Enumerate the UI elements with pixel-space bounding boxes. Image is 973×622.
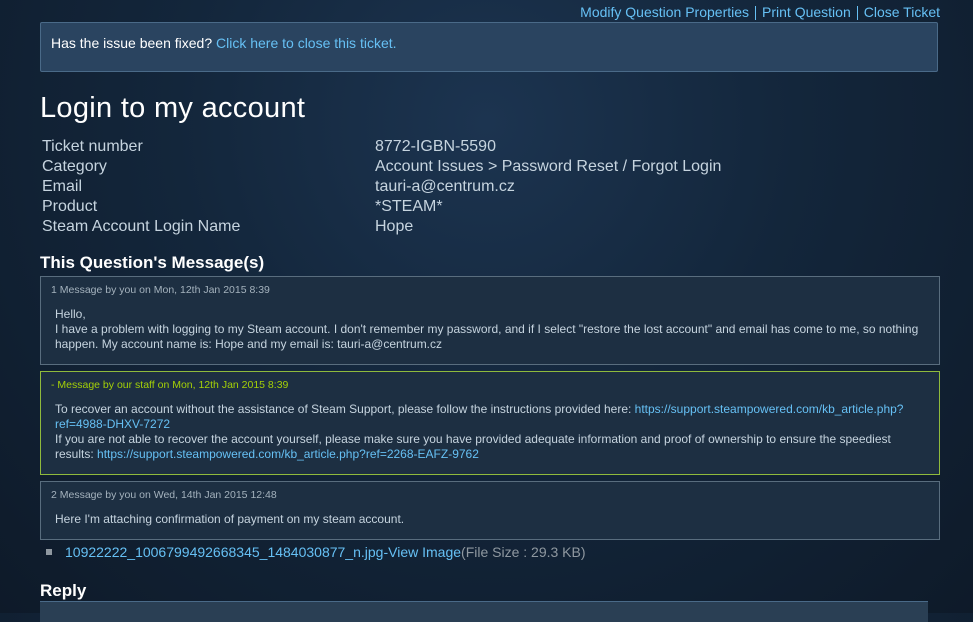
message-header: 1 Message by you on Mon, 12th Jan 2015 8… <box>51 284 270 296</box>
message-line: Hello, <box>55 307 86 321</box>
message-body: Here I'm attaching confirmation of payme… <box>41 501 939 527</box>
attachment-filename-link[interactable]: 10922222_1006799492668345_1484030877_n.j… <box>65 544 383 560</box>
reply-textarea[interactable] <box>40 601 928 622</box>
message-text: To recover an account without the assist… <box>55 402 635 416</box>
ticket-actions: Modify Question Properties Print Questio… <box>580 4 940 20</box>
info-value: *STEAM* <box>375 198 443 215</box>
messages-heading: This Question's Message(s) <box>40 253 265 272</box>
info-value: tauri-a@centrum.cz <box>375 178 515 195</box>
info-label: Email <box>42 178 83 195</box>
bullet-icon <box>46 549 52 555</box>
issue-fixed-notice: Has the issue been fixed? Click here to … <box>40 22 938 72</box>
staff-message-card: - Message by our staff on Mon, 12th Jan … <box>40 371 940 475</box>
reply-heading: Reply <box>40 581 87 600</box>
info-value: Account Issues > Password Reset / Forgot… <box>375 158 722 175</box>
info-label: Category <box>42 158 107 175</box>
message-card: 2 Message by you on Wed, 14th Jan 2015 1… <box>40 481 940 540</box>
info-row: Category Account Issues > Password Reset … <box>42 157 721 177</box>
message-line: I have a problem with logging to my Stea… <box>55 322 919 351</box>
attachment-item: 10922222_1006799492668345_1484030877_n.j… <box>46 544 586 560</box>
attachment-size: (File Size : 29.3 KB) <box>461 544 586 560</box>
message-card: 1 Message by you on Mon, 12th Jan 2015 8… <box>40 276 940 365</box>
notice-question: Has the issue been fixed? <box>51 35 213 51</box>
close-ticket-link[interactable]: Close Ticket <box>864 4 940 20</box>
modify-question-link[interactable]: Modify Question Properties <box>580 4 749 20</box>
info-value: Hope <box>375 218 414 235</box>
info-row: Ticket number 8772-IGBN-5590 <box>42 137 721 157</box>
divider <box>755 6 757 20</box>
info-row: Steam Account Login Name Hope <box>42 217 721 237</box>
view-image-link[interactable]: View Image <box>388 544 461 560</box>
message-body: Hello, I have a problem with logging to … <box>41 296 939 352</box>
divider <box>856 6 858 20</box>
ticket-info: Ticket number 8772-IGBN-5590 Category Acco… <box>42 137 721 237</box>
close-ticket-notice-link[interactable]: Click here to close this ticket. <box>216 35 397 51</box>
message-header: 2 Message by you on Wed, 14th Jan 2015 1… <box>51 489 277 501</box>
message-line: Here I'm attaching confirmation of payme… <box>55 512 405 526</box>
print-question-link[interactable]: Print Question <box>762 4 851 20</box>
info-label: Ticket number <box>42 138 143 155</box>
info-label: Steam Account Login Name <box>42 218 241 235</box>
info-label: Product <box>42 198 98 215</box>
page-title: Login to my account <box>40 92 306 124</box>
info-value: 8772-IGBN-5590 <box>375 138 496 155</box>
info-row: Product *STEAM* <box>42 197 721 217</box>
kb-article-link[interactable]: https://support.steampowered.com/kb_arti… <box>97 447 479 461</box>
info-row: Email tauri-a@centrum.cz <box>42 177 721 197</box>
message-header: - Message by our staff on Mon, 12th Jan … <box>51 379 289 391</box>
message-body: To recover an account without the assist… <box>41 391 939 462</box>
